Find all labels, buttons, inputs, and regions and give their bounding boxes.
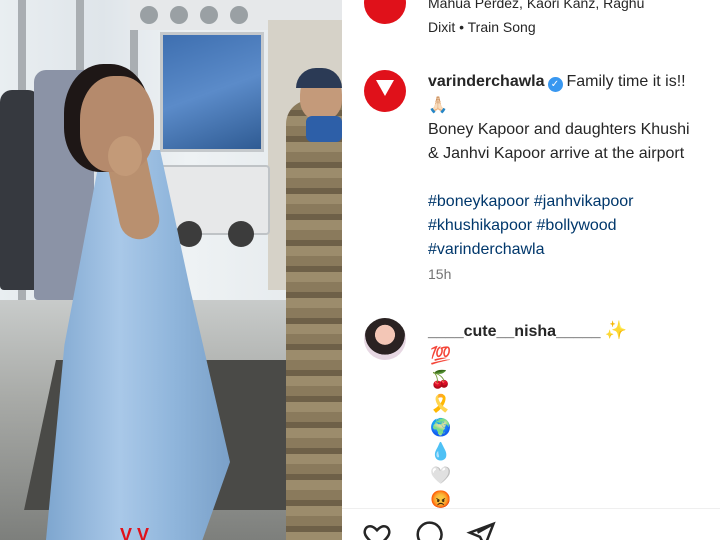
verified-badge-icon: ✓ [547,77,563,92]
emoji: 🍒 [430,370,452,389]
comment-icon[interactable] [414,520,444,540]
post-caption: varinderchawla ✓ Family time it is!! 🙏🏻 Bo… [428,70,720,262]
heart-icon[interactable] [362,520,392,540]
airport-cart [160,165,270,247]
sparkle-icon: ✨ [604,320,627,340]
commenter-avatar[interactable] [364,318,406,360]
emoji: 🌍 [430,418,452,437]
brand-logo-icon [376,80,394,96]
caption-line: Boney Kapoor and daughters Khushi [428,121,690,138]
post-details-panel: Mahua Perdez, Kaori Kanz, Raghu Dixit • … [342,0,720,540]
divider [342,508,720,509]
hashtag-line[interactable]: #boneykapoor #janhvikapoor [428,190,720,214]
comment-body: 💯 🍒 🎗️ 🌍 💧 🤍 😡 [430,344,460,512]
comment-header: ____cute__nisha_____ ✨ [428,320,627,341]
security-guard [286,100,342,540]
author-avatar[interactable] [364,70,406,112]
caption-line: & Janhvi Kapoor arrive at the airport [428,145,685,162]
commenter-username[interactable]: ____cute__nisha_____ [428,323,601,340]
caption-emoji: 🙏🏻 [428,97,448,114]
emoji: 🎗️ [430,394,452,413]
post-timestamp[interactable]: 15h [428,266,451,282]
display-screen [160,32,264,152]
post-media[interactable]: V V [0,0,342,540]
watermark-logo: V V [120,525,150,540]
emoji: 🤍 [430,466,452,485]
previous-comment-snippet: Mahua Perdez, Kaori Kanz, Raghu Dixit • … [428,0,645,35]
hashtag-line[interactable]: #varinderchawla [428,238,720,262]
author-username[interactable]: varinderchawla [428,73,545,90]
emoji: 💯 [430,346,452,365]
hashtag-line[interactable]: #khushikapoor #bollywood [428,214,720,238]
caption-first-line: Family time it is!! [566,73,686,90]
emoji: 💧 [430,442,452,461]
action-bar [362,520,496,540]
avatar[interactable] [364,0,406,24]
share-icon[interactable] [466,520,496,540]
